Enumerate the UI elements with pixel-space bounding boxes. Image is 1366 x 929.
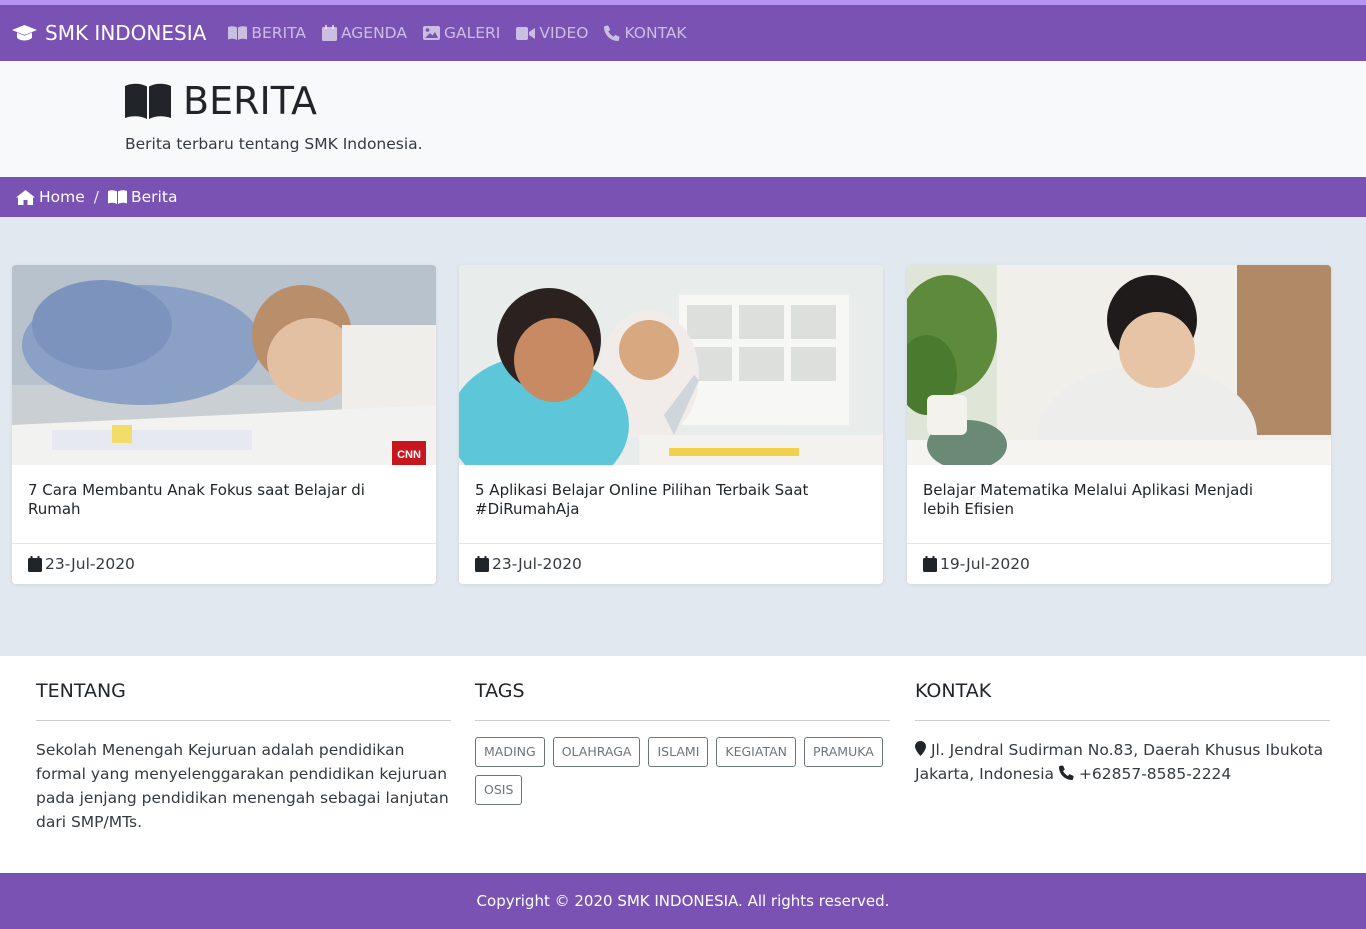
footer-contact-heading: KONTAK: [915, 680, 992, 702]
page-subtitle: Berita terbaru tentang SMK Indonesia.: [125, 135, 423, 153]
nav-label: GALERI: [443, 24, 501, 42]
footer-contact-text: Jl. Jendral Sudirman No.83, Daerah Khusu…: [915, 738, 1330, 786]
cnn-logo: CNN: [397, 449, 421, 461]
news-card-date: 23-Jul-2020: [492, 555, 582, 573]
news-card[interactable]: 5 Aplikasi Belajar Online Pilihan Terbai…: [459, 265, 883, 584]
calendar-icon: [28, 556, 42, 572]
news-card-footer: 23-Jul-2020: [459, 543, 883, 584]
tag-pramuka[interactable]: PRAMUKA: [804, 737, 883, 767]
graduation-cap-icon: [12, 25, 37, 41]
breadcrumb-home[interactable]: Home: [16, 188, 85, 206]
page-title-text: BERITA: [183, 79, 317, 123]
breadcrumb-current-label: Berita: [131, 188, 178, 206]
nav-label: KONTAK: [624, 24, 687, 42]
nav-item-berita[interactable]: BERITA: [228, 24, 306, 42]
news-card-title[interactable]: 5 Aplikasi Belajar Online Pilihan Terbai…: [475, 481, 835, 519]
footer-tags-heading: TAGS: [475, 680, 525, 702]
news-card-footer: 23-Jul-2020: [12, 543, 436, 584]
divider: [36, 720, 451, 721]
news-card-image[interactable]: [459, 265, 883, 465]
news-card-image[interactable]: [907, 265, 1331, 465]
news-card[interactable]: CNN 7 Cara Membantu Anak Fokus saat Bela…: [12, 265, 436, 584]
news-card-date: 19-Jul-2020: [940, 555, 1030, 573]
breadcrumb-home-label: Home: [39, 188, 85, 206]
image-icon: [422, 26, 440, 40]
copyright-bar: Copyright © 2020 SMK INDONESIA. All righ…: [0, 873, 1366, 929]
tag-mading[interactable]: MADING: [475, 737, 545, 767]
calendar-icon: [923, 556, 937, 572]
tag-osis[interactable]: OSIS: [475, 775, 523, 805]
news-card-image[interactable]: CNN: [12, 265, 436, 465]
breadcrumb: Home / Berita: [0, 177, 1366, 217]
news-card-footer: 19-Jul-2020: [907, 543, 1331, 584]
nav-item-agenda[interactable]: AGENDA: [321, 24, 407, 42]
calendar-icon: [475, 556, 489, 572]
book-open-icon: [125, 83, 171, 119]
news-photo: [907, 265, 1331, 465]
navbar: SMK INDONESIA BERITA AGENDA GALERI VIDEO: [0, 5, 1366, 61]
footer: TENTANG Sekolah Menengah Kejuruan adalah…: [0, 656, 1366, 873]
nav-label: VIDEO: [539, 24, 589, 42]
footer-about-heading: TENTANG: [36, 680, 126, 702]
news-card-title[interactable]: 7 Cara Membantu Anak Fokus saat Belajar …: [28, 481, 388, 519]
news-photo: [459, 265, 883, 465]
nav-item-galeri[interactable]: GALERI: [422, 24, 501, 42]
tag-olahraga[interactable]: OLAHRAGA: [552, 737, 641, 767]
book-open-icon: [108, 190, 128, 204]
tag-list: MADING OLAHRAGA ISLAMI KEGIATAN PRAMUKA …: [475, 737, 895, 813]
page-header: BERITA Berita terbaru tentang SMK Indone…: [0, 61, 1366, 177]
phone-icon: [1058, 765, 1074, 780]
news-card-title[interactable]: Belajar Matematika Melalui Aplikasi Menj…: [923, 481, 1283, 519]
home-icon: [16, 189, 35, 205]
news-card[interactable]: Belajar Matematika Melalui Aplikasi Menj…: [907, 265, 1331, 584]
news-card-date: 23-Jul-2020: [45, 555, 135, 573]
phone-icon: [604, 25, 620, 41]
breadcrumb-separator: /: [93, 188, 100, 206]
page-title: BERITA: [125, 79, 317, 123]
brand-link[interactable]: SMK INDONESIA: [12, 21, 206, 45]
map-marker-icon: [915, 741, 926, 756]
copyright-text: Copyright © 2020 SMK INDONESIA. All righ…: [476, 892, 890, 910]
breadcrumb-current: Berita: [108, 188, 177, 206]
footer-about-text: Sekolah Menengah Kejuruan adalah pendidi…: [36, 741, 449, 831]
calendar-icon: [321, 25, 337, 41]
nav-item-video[interactable]: VIDEO: [516, 24, 588, 42]
tag-kegiatan[interactable]: KEGIATAN: [716, 737, 797, 767]
video-camera-icon: [516, 26, 536, 40]
brand-text: SMK INDONESIA: [45, 21, 207, 45]
nav-item-kontak[interactable]: KONTAK: [604, 24, 687, 42]
nav-label: AGENDA: [340, 24, 407, 42]
nav-label: BERITA: [251, 24, 306, 42]
contact-phone: +62857-8585-2224: [1078, 765, 1232, 783]
book-open-icon: [228, 26, 248, 40]
news-photo: CNN: [12, 265, 436, 465]
divider: [475, 720, 890, 721]
tag-islami[interactable]: ISLAMI: [648, 737, 709, 767]
divider: [915, 720, 1330, 721]
